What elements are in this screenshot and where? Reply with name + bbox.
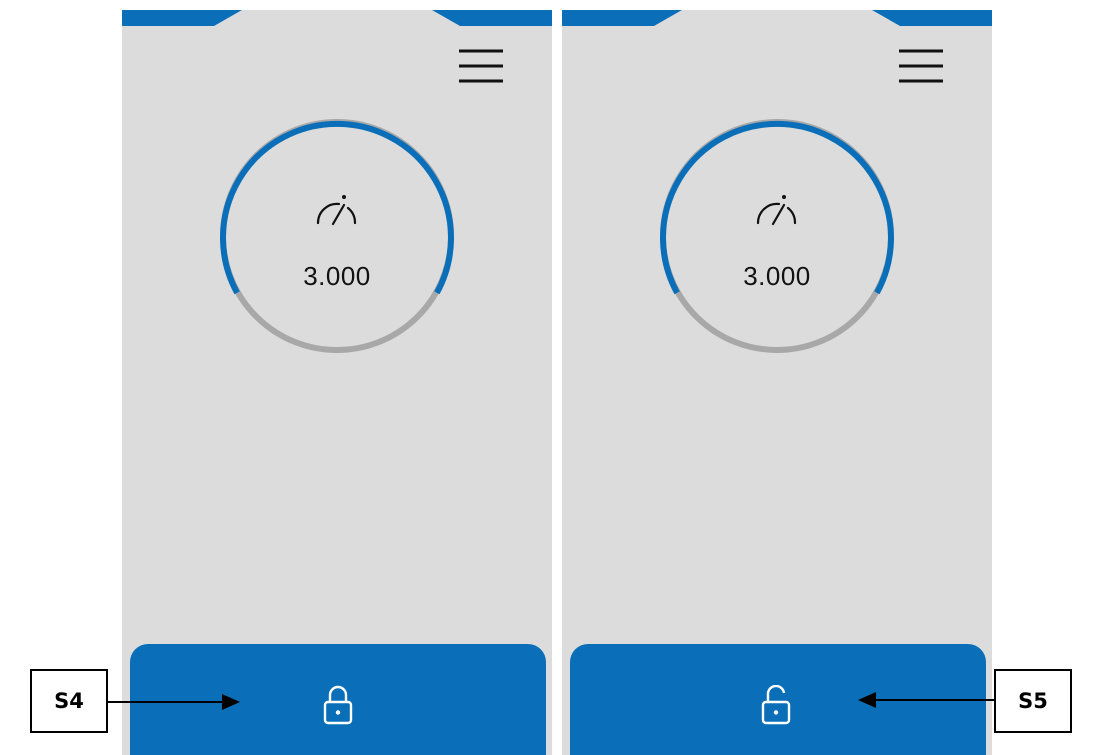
gauge-ring [660,119,894,353]
annotation-arrow-s4 [108,701,228,703]
arrowhead-right-icon [222,694,240,710]
gauge-value-text: 3.000 [303,261,371,291]
speedometer-icon [316,195,357,226]
top-accent-bar [122,10,552,26]
arrowhead-left-icon [858,692,876,708]
app-screen-left: 3.000 [122,10,552,755]
gauge-ring [220,119,454,353]
hamburger-menu-icon[interactable] [897,47,945,85]
hamburger-menu-icon[interactable] [457,47,505,85]
speedometer-icon [756,195,797,226]
annotation-label-s5: S5 [994,669,1072,733]
top-accent-bar [562,10,992,26]
app-screen-right: 3.000 [562,10,992,755]
padlock-closed-icon [323,685,353,725]
gauge-value-text: 3.000 [743,261,811,291]
annotation-label-s4: S4 [30,669,108,733]
padlock-open-icon [761,685,791,725]
screenshot-stage: 3.000 3.000 S4 S5 [0,0,1106,755]
annotation-arrow-s5 [874,699,994,701]
